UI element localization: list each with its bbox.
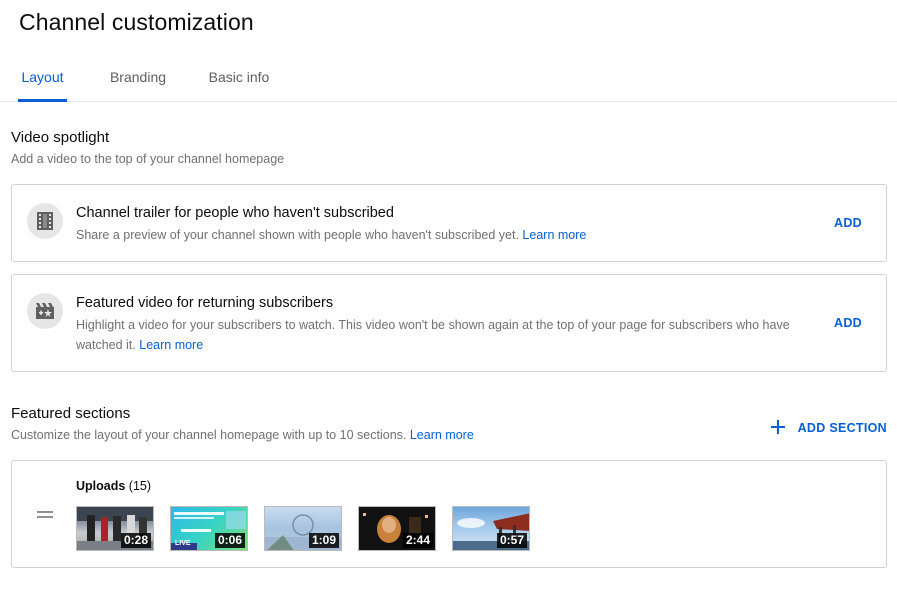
tab-layout[interactable]: Layout <box>18 56 67 102</box>
featured-video-learn-more-link[interactable]: Learn more <box>139 338 203 352</box>
live-badge: LIVE <box>175 540 191 547</box>
film-icon <box>27 203 63 239</box>
add-featured-video-button[interactable]: ADD <box>834 316 862 330</box>
channel-trailer-card: Channel trailer for people who haven't s… <box>11 184 887 262</box>
drag-handle-icon[interactable] <box>37 511 53 519</box>
video-spotlight-subtitle: Add a video to the top of your channel h… <box>11 152 285 166</box>
video-thumbnail[interactable]: 2:44 <box>358 506 436 551</box>
tab-bar: Layout Branding Basic info <box>0 56 897 102</box>
video-duration: 0:06 <box>214 533 245 548</box>
tab-branding[interactable]: Branding <box>103 56 173 102</box>
video-thumbnail[interactable]: LIVE 0:06 <box>170 506 248 551</box>
uploads-section-card: Uploads (15) 0:28 LIVE 0:06 1:09 2:44 0:… <box>11 460 887 568</box>
add-channel-trailer-button[interactable]: ADD <box>834 216 862 230</box>
page-title: Channel customization <box>19 9 254 35</box>
video-duration: 0:28 <box>120 533 151 548</box>
video-duration: 2:44 <box>402 533 433 548</box>
tab-basic-info[interactable]: Basic info <box>202 56 276 102</box>
video-duration: 1:09 <box>308 533 339 548</box>
channel-customization-page: Channel customization Layout Branding Ba… <box>0 0 897 596</box>
uploads-title: Uploads (15) <box>76 479 151 493</box>
featured-video-icon <box>27 293 63 329</box>
channel-trailer-title: Channel trailer for people who haven't s… <box>76 205 394 221</box>
video-thumbnail[interactable]: 0:28 <box>76 506 154 551</box>
channel-trailer-learn-more-link[interactable]: Learn more <box>522 228 586 242</box>
add-section-button[interactable]: ADD SECTION <box>770 418 887 438</box>
plus-icon <box>770 419 786 438</box>
uploads-label: Uploads <box>76 479 126 493</box>
add-section-label: ADD SECTION <box>797 421 887 435</box>
uploads-count: (15) <box>128 479 152 493</box>
featured-sections-subtitle-text: Customize the layout of your channel hom… <box>11 428 407 442</box>
featured-sections-subtitle: Customize the layout of your channel hom… <box>11 428 474 442</box>
featured-video-card: Featured video for returning subscribers… <box>11 274 887 372</box>
featured-sections-title: Featured sections <box>11 405 131 422</box>
channel-trailer-description: Share a preview of your channel shown wi… <box>76 225 824 245</box>
featured-video-description: Highlight a video for your subscribers t… <box>76 315 824 355</box>
video-duration: 0:57 <box>496 533 527 548</box>
featured-video-title: Featured video for returning subscribers <box>76 295 334 311</box>
featured-sections-learn-more-link[interactable]: Learn more <box>410 428 474 442</box>
video-thumbnail[interactable]: 0:57 <box>452 506 530 551</box>
video-spotlight-title: Video spotlight <box>11 129 110 146</box>
channel-trailer-description-text: Share a preview of your channel shown wi… <box>76 228 519 242</box>
video-thumbnail[interactable]: 1:09 <box>264 506 342 551</box>
